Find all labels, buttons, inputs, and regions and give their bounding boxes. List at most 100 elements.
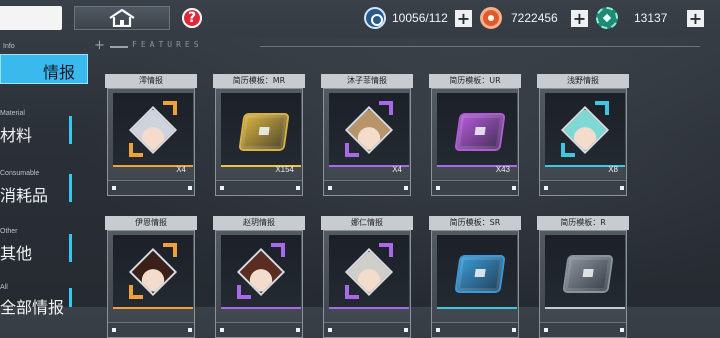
item-frame xyxy=(431,230,519,338)
help-icon[interactable]: ? xyxy=(182,8,202,28)
sidebar-item-all[interactable]: All 全部情报 xyxy=(0,284,76,317)
chip-mark-icon xyxy=(474,127,486,135)
item-count: X4 xyxy=(392,165,402,174)
card-footer xyxy=(108,180,194,195)
item-frame xyxy=(215,230,303,338)
sidebar-item-label: 材料 xyxy=(0,126,33,145)
corner-arrow-icon xyxy=(163,101,177,115)
corner-arrow-icon xyxy=(345,285,359,299)
resume-template-icon xyxy=(221,93,301,167)
sidebar-item-material[interactable]: Material 材料 xyxy=(0,110,76,146)
footer-marker xyxy=(620,328,624,332)
coins-resource: 7222456 xyxy=(480,7,558,29)
item-card[interactable]: 沐子菲情报 X4 xyxy=(321,74,413,196)
sidebar-item-other[interactable]: Other 其他 xyxy=(0,228,76,264)
add-stamina-button[interactable]: + xyxy=(455,10,472,27)
add-gems-button[interactable]: + xyxy=(687,10,704,27)
item-frame xyxy=(539,230,627,338)
chip-card-icon xyxy=(562,255,614,293)
item-name: 沐子菲情报 xyxy=(321,74,413,88)
character-portrait-icon xyxy=(221,235,301,309)
footer-marker xyxy=(436,186,440,190)
item-card[interactable]: 浅野情报 X8 xyxy=(537,74,629,196)
sidebar-indicator xyxy=(69,174,72,202)
back-button[interactable] xyxy=(0,6,62,30)
item-card[interactable]: 娜仁情报 xyxy=(321,216,413,338)
sidebar-indicator xyxy=(69,234,72,262)
chip-mark-icon xyxy=(474,269,486,277)
corner-arrow-icon xyxy=(561,143,575,157)
item-name: 澪情报 xyxy=(105,74,197,88)
crosshair-icon: + xyxy=(94,38,105,53)
chip-card-icon xyxy=(238,113,290,151)
footer-marker xyxy=(296,328,300,332)
card-footer xyxy=(324,322,410,337)
corner-arrow-icon xyxy=(379,101,393,115)
sidebar-indicator xyxy=(69,116,72,144)
card-footer xyxy=(432,180,518,195)
item-card[interactable]: 伊恩情报 xyxy=(105,216,197,338)
item-name: 浅野情报 xyxy=(537,74,629,88)
footer-marker xyxy=(112,186,116,190)
corner-arrow-icon xyxy=(237,285,251,299)
add-coins-button[interactable]: + xyxy=(571,10,588,27)
footer-marker xyxy=(296,186,300,190)
item-name: 娜仁情报 xyxy=(321,216,413,230)
sidebar-indicator xyxy=(69,288,72,307)
sidebar-item-en-label: Other xyxy=(0,228,18,235)
card-footer xyxy=(216,180,302,195)
item-frame xyxy=(323,230,411,338)
item-count: X43 xyxy=(495,165,510,174)
item-name: 简历模板：MR xyxy=(213,74,305,88)
item-name: 简历模板：SR xyxy=(429,216,521,230)
sidebar-item-en-label: All xyxy=(0,284,8,291)
footer-marker xyxy=(436,328,440,332)
footer-marker xyxy=(404,186,408,190)
coins-value: 7222456 xyxy=(511,11,558,25)
corner-arrow-icon xyxy=(163,243,177,257)
top-bar: ? 10056/112 + 7222456 + 13137 + xyxy=(0,0,720,36)
sidebar-item-en-label: Consumable xyxy=(0,170,40,177)
sidebar-item-en-label: Info xyxy=(3,43,15,50)
footer-marker xyxy=(512,328,516,332)
corner-arrow-icon xyxy=(129,285,143,299)
footer-marker xyxy=(188,186,192,190)
item-card[interactable]: 简历模板：R xyxy=(537,216,629,338)
item-card[interactable]: 赵玥情报 xyxy=(213,216,305,338)
item-count: X4 xyxy=(176,165,186,174)
gem-icon xyxy=(596,7,618,29)
card-footer xyxy=(540,180,626,195)
item-name: 赵玥情报 xyxy=(213,216,305,230)
corner-arrow-icon xyxy=(595,101,609,115)
item-card[interactable]: 澪情报 X4 xyxy=(105,74,197,196)
footer-marker xyxy=(404,328,408,332)
sidebar-item-en-label: Material xyxy=(0,110,25,117)
features-label: FEATURES xyxy=(132,40,203,49)
resume-template-icon xyxy=(437,93,517,167)
character-portrait-icon xyxy=(329,93,409,167)
card-footer xyxy=(540,322,626,337)
item-name: 伊恩情报 xyxy=(105,216,197,230)
sidebar-item-info[interactable]: Info 情报 xyxy=(0,43,88,84)
coin-icon xyxy=(480,7,502,29)
character-portrait-icon xyxy=(113,235,193,309)
item-card[interactable]: 简历模板：UR X43 xyxy=(429,74,521,196)
stamina-resource: 10056/112 xyxy=(364,7,448,29)
chip-mark-icon xyxy=(258,127,270,135)
corner-arrow-icon xyxy=(271,243,285,257)
sidebar-item-consumable[interactable]: Consumable 消耗品 xyxy=(0,170,76,206)
item-card[interactable]: 简历模板：SR xyxy=(429,216,521,338)
stamina-icon xyxy=(364,7,386,29)
chip-card-icon xyxy=(454,113,506,151)
footer-marker xyxy=(188,328,192,332)
character-portrait-icon xyxy=(113,93,193,167)
item-card[interactable]: 简历模板：MR X154 xyxy=(213,74,305,196)
footer-marker xyxy=(328,328,332,332)
chip-card-icon xyxy=(454,255,506,293)
home-button[interactable] xyxy=(74,6,170,30)
corner-arrow-icon xyxy=(379,243,393,257)
resume-template-icon xyxy=(545,235,625,309)
resume-template-icon xyxy=(437,235,517,309)
sidebar-item-label: 消耗品 xyxy=(0,186,49,205)
sidebar-item-label: 情报 xyxy=(42,63,75,82)
